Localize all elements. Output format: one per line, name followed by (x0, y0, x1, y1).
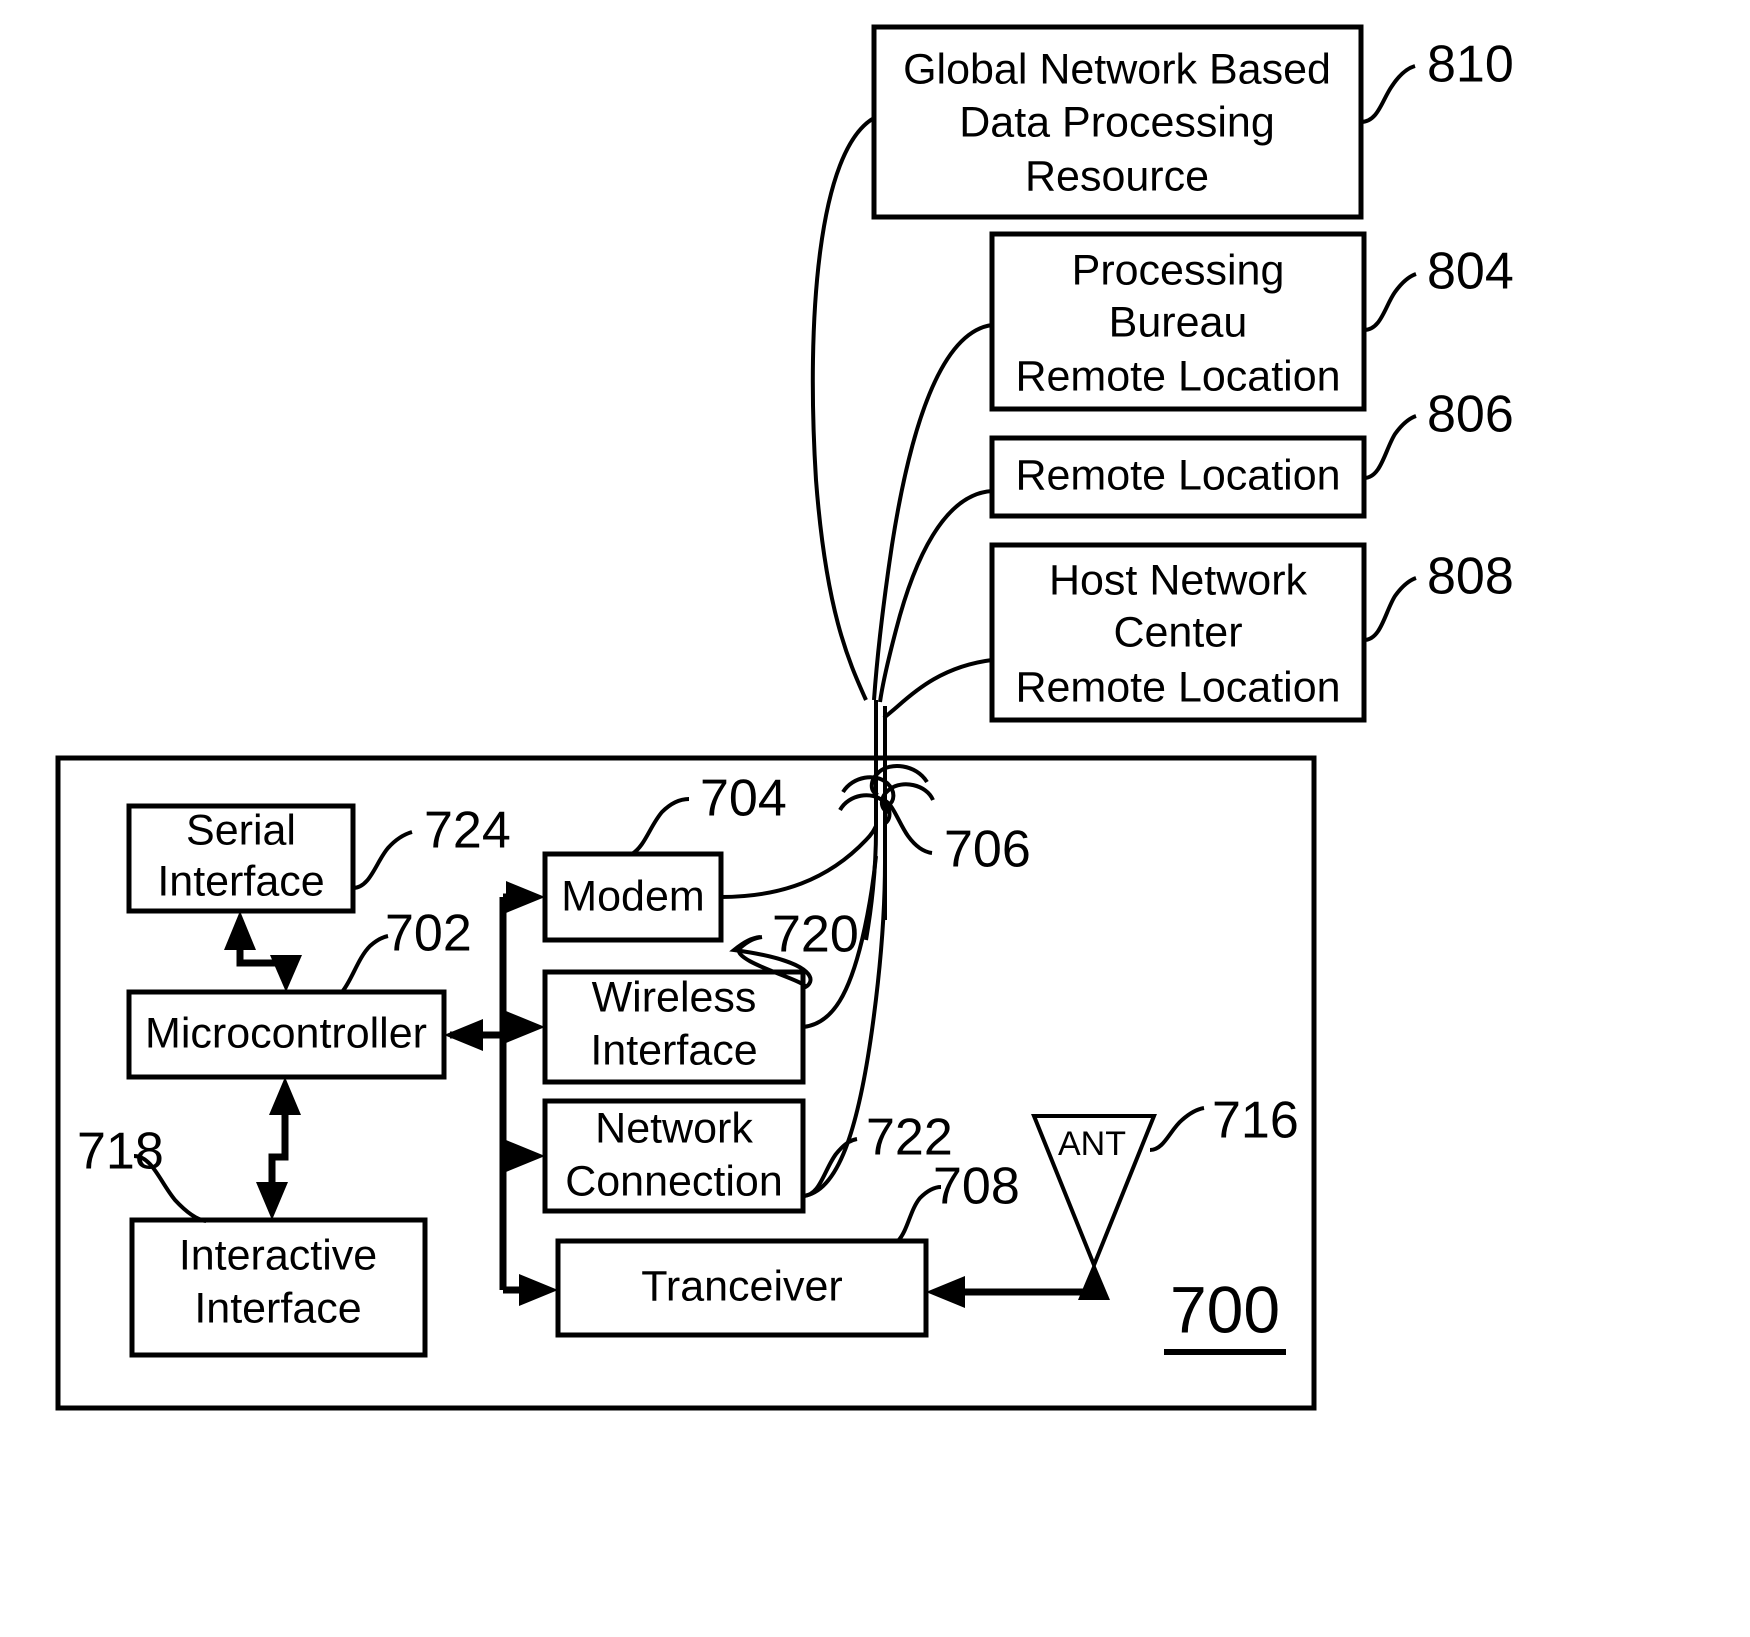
wireless-interface-label-line1: Wireless (592, 973, 757, 1021)
ref-702: 702 (385, 905, 472, 963)
wireless-interface-label-line2: Interface (590, 1026, 757, 1074)
node-serial-interface: Serial Interface (126, 803, 356, 914)
leader-810 (1360, 64, 1416, 124)
host-network-center-label-line2: Center (1113, 608, 1242, 656)
serial-interface-label-line1: Serial (186, 806, 296, 854)
interactive-interface-label-line1: Interactive (179, 1231, 377, 1279)
ref-724: 724 (424, 802, 511, 860)
leader-722 (802, 1137, 858, 1198)
network-connection-label-line1: Network (595, 1104, 753, 1152)
node-host-network-center: Host Network Center Remote Location (989, 542, 1367, 723)
leader-804 (1363, 272, 1417, 332)
ref-806: 806 (1427, 386, 1514, 444)
arrowhead-to-serial-interface (224, 911, 256, 950)
tranceiver-label: Tranceiver (641, 1262, 843, 1310)
node-modem: Modem (542, 851, 724, 943)
remote-location-label: Remote Location (1015, 451, 1340, 499)
node-tranceiver: Tranceiver (555, 1238, 929, 1338)
serial-interface-label-line2: Interface (157, 857, 324, 905)
ref-706: 706 (944, 821, 1031, 879)
processing-bureau-label-line3: Remote Location (1015, 352, 1340, 400)
arrowhead-to-antenna (1078, 1262, 1110, 1300)
arrowhead-to-modem (506, 881, 545, 913)
host-network-center-label-line3: Remote Location (1015, 663, 1340, 711)
ref-810: 810 (1427, 36, 1514, 94)
arrowhead-to-tranceiver (519, 1274, 558, 1306)
ref-804: 804 (1427, 243, 1514, 301)
leader-716 (1149, 1106, 1205, 1152)
processing-bureau-label-line2: Bureau (1109, 298, 1248, 346)
curve-host-to-bundle (882, 658, 993, 720)
ref-708: 708 (933, 1158, 1020, 1216)
arrowhead-to-microcontroller-right (444, 1019, 483, 1051)
network-connection-label-line2: Connection (565, 1157, 783, 1205)
link-antenna-tranceiver (946, 1288, 1098, 1296)
figure-number: 700 (1170, 1272, 1280, 1346)
node-interactive-interface: Interactive Interface (129, 1217, 428, 1358)
interactive-interface-label-line2: Interface (194, 1284, 361, 1332)
node-global-network-resource: Global Network Based Data Processing Res… (871, 24, 1364, 220)
arrowhead-to-tranceiver-from-antenna (926, 1276, 965, 1308)
arrowhead-to-microcontroller-bottom (269, 1077, 301, 1115)
global-network-resource-label-line3: Resource (1025, 152, 1209, 200)
patent-figure-page: Global Network Based Data Processing Res… (0, 0, 1750, 1637)
leader-702 (340, 934, 389, 994)
curve-global-to-bundle (810, 116, 876, 701)
processing-bureau-label-line1: Processing (1072, 246, 1285, 294)
node-network-connection: Network Connection (542, 1098, 806, 1214)
node-microcontroller: Microcontroller (126, 989, 447, 1080)
leader-724 (352, 830, 413, 890)
modem-label: Modem (561, 872, 704, 920)
host-network-center-label-line1: Host Network (1049, 556, 1308, 604)
arrowhead-to-network-connection (506, 1140, 545, 1172)
curve-bundle-to-modem (720, 825, 878, 899)
leader-704 (630, 797, 690, 856)
ref-718: 718 (77, 1123, 164, 1181)
node-wireless-interface: Wireless Interface (542, 969, 806, 1085)
ref-808: 808 (1427, 548, 1514, 606)
arrowhead-to-interactive-interface (256, 1182, 288, 1220)
microcontroller-label: Microcontroller (145, 1009, 427, 1057)
node-antenna: ANT (1031, 1114, 1157, 1271)
global-network-resource-label-line2: Data Processing (959, 98, 1275, 146)
patent-diagram: Global Network Based Data Processing Res… (55, 24, 1514, 1411)
arrowhead-to-microcontroller-top (270, 955, 302, 992)
figure-number-group: 700 (1164, 1272, 1286, 1355)
node-remote-location: Remote Location (989, 435, 1367, 519)
ref-716: 716 (1212, 1092, 1299, 1150)
ref-720: 720 (772, 906, 859, 964)
node-processing-bureau: Processing Bureau Remote Location (989, 231, 1367, 412)
leader-806 (1363, 414, 1417, 480)
global-network-resource-label-line1: Global Network Based (903, 45, 1331, 93)
leader-808 (1363, 576, 1417, 642)
arrowhead-to-wireless-interface (506, 1011, 545, 1043)
antenna-label: ANT (1058, 1125, 1126, 1163)
ref-704: 704 (700, 770, 787, 828)
